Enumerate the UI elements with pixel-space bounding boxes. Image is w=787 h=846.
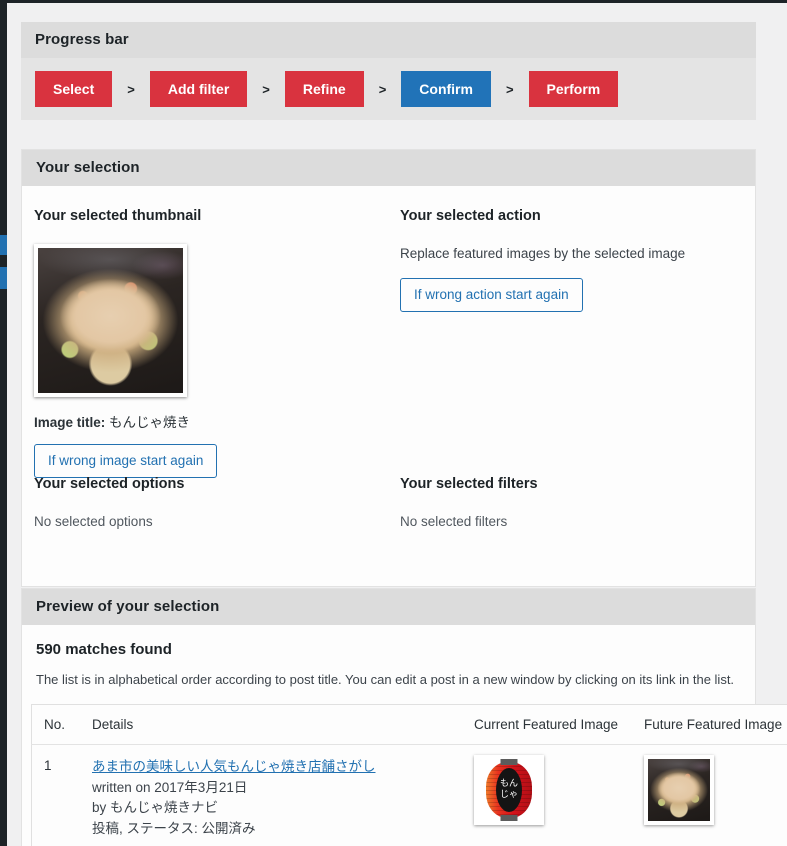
selected-thumbnail-heading: Your selected thumbnail [34, 208, 202, 224]
monjayaki-photo [38, 248, 183, 393]
selected-action-heading: Your selected action [400, 208, 541, 224]
column-header-future-featured-image: Future Featured Image [638, 704, 787, 745]
results-table-body: 1 あま市の美味しい人気もんじゃ焼き店舗さがし written on 2017年… [31, 744, 787, 846]
results-header-row: No. Details Current Featured Image Futur… [31, 704, 787, 745]
image-title-label: Image title: [34, 415, 106, 430]
reset-image-button[interactable]: If wrong image start again [34, 444, 218, 479]
row-number: 1 [44, 757, 52, 773]
step-refine-button[interactable]: Refine [284, 71, 364, 108]
progress-bar-panel: Progress bar Select > Add filter > Refin… [21, 22, 756, 121]
selected-action-description: Replace featured images by the selected … [400, 246, 686, 261]
progress-steps: Select > Add filter > Refine > Confirm >… [21, 58, 756, 121]
column-header-current-featured-image: Current Featured Image [468, 704, 638, 745]
lantern-label-text: もんじゃ [499, 778, 518, 800]
step-separator-2: > [262, 81, 270, 97]
image-title-value: もんじゃ焼き [109, 415, 191, 430]
your-selection-panel: Your selection Your selected thumbnail I… [21, 149, 756, 587]
results-table-head: No. Details Current Featured Image Futur… [31, 704, 787, 745]
admin-menu-strip[interactable] [0, 3, 7, 846]
step-separator-3: > [378, 81, 387, 97]
future-featured-image[interactable] [644, 754, 714, 825]
lantern-cap-bottom [500, 814, 518, 821]
preview-title: Preview of your selection [22, 589, 755, 625]
step-select-button[interactable]: Select [35, 71, 113, 108]
lantern-cap-top [500, 758, 518, 765]
results-table: No. Details Current Featured Image Futur… [31, 703, 787, 846]
row-future-image-cell [638, 744, 787, 846]
selection-grid: Your selected thumbnail Image title: もんじ… [22, 186, 755, 586]
admin-menu-highlight-1[interactable] [0, 235, 7, 255]
matches-count: 590 matches found [36, 641, 172, 658]
column-header-details: Details [86, 704, 468, 745]
row-number-cell: 1 [31, 744, 86, 846]
selected-filters-heading: Your selected filters [400, 476, 538, 492]
selected-thumbnail-block: Your selected thumbnail Image title: もんじ… [34, 208, 394, 479]
step-confirm-button[interactable]: Confirm [401, 71, 491, 108]
post-written-on: written on 2017年3月21日 [92, 779, 248, 795]
step-add-filter-button[interactable]: Add filter [149, 71, 248, 108]
selected-filters-block: Your selected filters No selected filter… [400, 476, 750, 529]
post-author: by もんじゃ焼きナビ [92, 800, 219, 816]
row-details-cell: あま市の美味しい人気もんじゃ焼き店舗さがし written on 2017年3月… [86, 744, 468, 846]
list-note: The list is in alphabetical order accord… [36, 672, 735, 687]
page-wrap: Progress bar Select > Add filter > Refin… [7, 3, 787, 846]
table-row: 1 あま市の美味しい人気もんじゃ焼き店舗さがし written on 2017年… [31, 744, 787, 846]
selected-filters-value: No selected filters [400, 514, 508, 529]
image-title-caption: Image title: もんじゃ焼き [34, 411, 394, 431]
reset-action-button[interactable]: If wrong action start again [400, 277, 583, 312]
post-title-link[interactable]: あま市の美味しい人気もんじゃ焼き店舗さがし [92, 755, 376, 775]
preview-body: 590 matches found The list is in alphabe… [22, 625, 787, 846]
your-selection-title: Your selection [22, 150, 755, 186]
admin-menu-highlight-2[interactable] [0, 267, 7, 289]
progress-bar-title: Progress bar [21, 22, 756, 58]
row-current-image-cell: もんじゃ [468, 744, 638, 846]
selected-options-heading: Your selected options [34, 476, 185, 492]
lantern-icon: もんじゃ [486, 758, 532, 821]
admin-bar-edge [0, 0, 787, 3]
selected-options-block: Your selected options No selected option… [34, 476, 394, 529]
step-separator-1: > [127, 81, 135, 97]
step-separator-4: > [505, 81, 514, 97]
column-header-no: No. [31, 704, 86, 745]
selected-action-block: Your selected action Replace featured im… [400, 208, 750, 312]
selected-options-value: No selected options [34, 514, 153, 529]
selected-thumbnail-image[interactable] [34, 244, 187, 397]
monjayaki-photo-small [648, 758, 710, 821]
current-featured-image[interactable]: もんじゃ [474, 754, 544, 825]
step-perform-button[interactable]: Perform [528, 71, 619, 108]
preview-panel: Preview of your selection 590 matches fo… [21, 588, 787, 846]
post-status: 投稿, ステータス: 公開済み [92, 821, 256, 837]
